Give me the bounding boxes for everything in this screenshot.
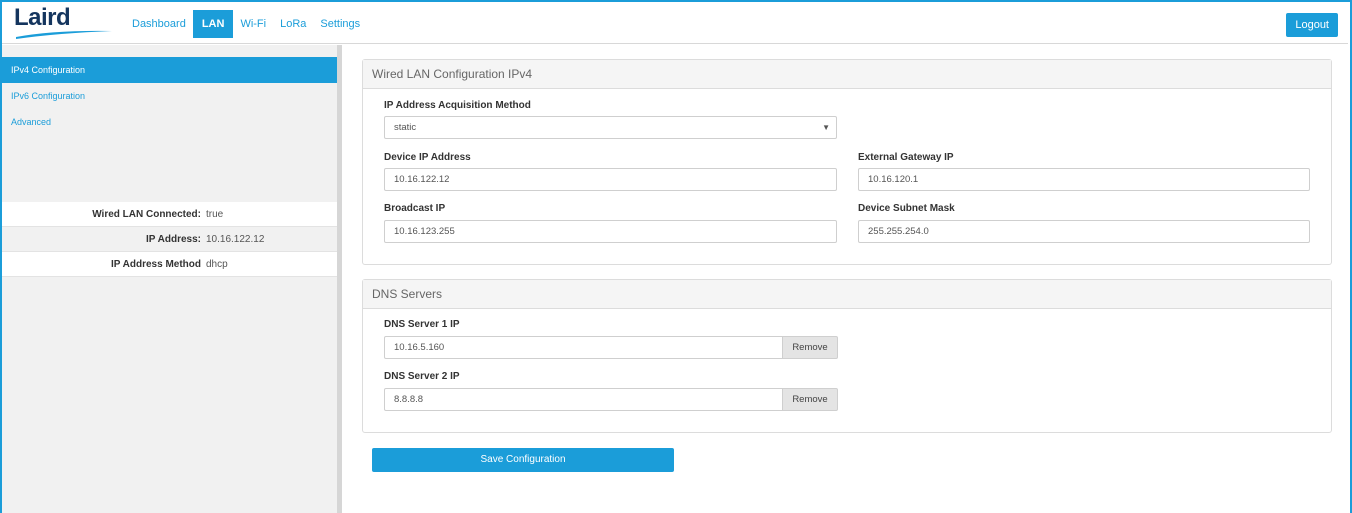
status-value: 10.16.122.12 xyxy=(206,233,265,245)
sidebar-item-ipv6[interactable]: IPv6 Configuration xyxy=(2,83,337,109)
status-value: true xyxy=(206,208,224,220)
status-row: IP Address Method dhcp xyxy=(2,252,337,277)
top-navbar: Laird Dashboard LAN Wi-Fi LoRa Settings … xyxy=(2,2,1348,44)
sidebar-menu: IPv4 Configuration IPv6 Configuration Ad… xyxy=(2,57,337,135)
sidebar-item-ipv4[interactable]: IPv4 Configuration xyxy=(2,57,337,83)
device-ip-label: Device IP Address xyxy=(384,152,471,163)
broadcast-ip-input[interactable]: 10.16.123.255 xyxy=(384,220,837,243)
dns-servers-panel: DNS Servers DNS Server 1 IP 10.16.5.160 … xyxy=(362,279,1332,433)
nav-wifi[interactable]: Wi-Fi xyxy=(233,10,273,38)
status-value: dhcp xyxy=(206,258,228,270)
nav-settings[interactable]: Settings xyxy=(313,10,367,38)
status-label: IP Address: xyxy=(145,233,201,245)
gateway-ip-label: External Gateway IP xyxy=(858,152,954,163)
laird-logo[interactable]: Laird xyxy=(14,4,114,40)
panel-title: Wired LAN Configuration IPv4 xyxy=(363,60,1331,89)
device-ip-input[interactable]: 10.16.122.12 xyxy=(384,168,837,191)
nav-lora[interactable]: LoRa xyxy=(273,10,313,38)
dns1-input[interactable]: 10.16.5.160 xyxy=(384,336,783,359)
status-label: IP Address Method xyxy=(110,258,201,270)
save-configuration-button[interactable]: Save Configuration xyxy=(372,448,674,472)
logo-swoosh-icon xyxy=(16,30,112,39)
logout-button[interactable]: Logout xyxy=(1286,13,1338,37)
status-label: Wired LAN Connected: xyxy=(92,208,201,220)
acquisition-method-label: IP Address Acquisition Method xyxy=(384,100,531,111)
status-row: Wired LAN Connected: true xyxy=(2,202,337,227)
broadcast-ip-label: Broadcast IP xyxy=(384,203,446,214)
dns2-remove-button[interactable]: Remove xyxy=(783,388,838,411)
panel-title: DNS Servers xyxy=(363,280,1331,309)
lan-status-table: Wired LAN Connected: true IP Address: 10… xyxy=(2,202,337,277)
subnet-mask-label: Device Subnet Mask xyxy=(858,203,955,214)
acquisition-method-value: static xyxy=(394,122,417,133)
nav-lan[interactable]: LAN xyxy=(192,10,234,38)
subnet-mask-input[interactable]: 255.255.254.0 xyxy=(858,220,1310,243)
acquisition-method-select[interactable]: static ▼ xyxy=(384,116,837,139)
dns1-remove-button[interactable]: Remove xyxy=(783,336,838,359)
chevron-down-icon: ▼ xyxy=(822,123,830,132)
nav-dashboard[interactable]: Dashboard xyxy=(125,10,193,38)
dns2-label: DNS Server 2 IP xyxy=(384,371,460,382)
sidebar-item-advanced[interactable]: Advanced xyxy=(2,109,337,135)
dns2-input[interactable]: 8.8.8.8 xyxy=(384,388,783,411)
dns1-label: DNS Server 1 IP xyxy=(384,319,460,330)
status-row: IP Address: 10.16.122.12 xyxy=(2,227,337,252)
wired-lan-panel: Wired LAN Configuration IPv4 IP Address … xyxy=(362,59,1332,265)
gateway-ip-input[interactable]: 10.16.120.1 xyxy=(858,168,1310,191)
sidebar: IPv4 Configuration IPv6 Configuration Ad… xyxy=(2,45,342,513)
main-nav: Dashboard LAN Wi-Fi LoRa Settings xyxy=(125,10,367,38)
